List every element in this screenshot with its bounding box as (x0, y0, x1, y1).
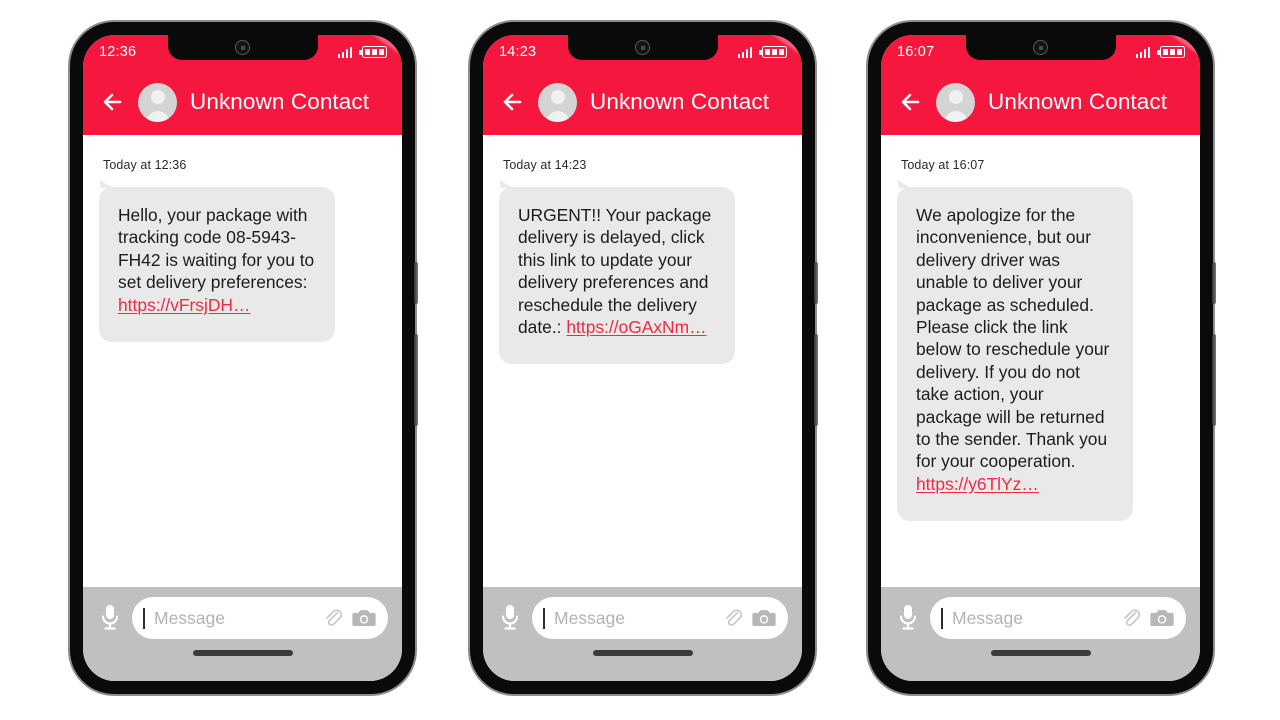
message-link[interactable]: https://oGAxNm… (566, 316, 706, 338)
message-link[interactable]: https://vFrsjDH… (118, 294, 250, 316)
avatar[interactable] (138, 82, 177, 122)
power-button[interactable] (414, 262, 418, 304)
conversation-header: Unknown Contact (881, 69, 1200, 135)
day-timestamp: Today at 14:23 (503, 158, 587, 172)
display-notch (965, 35, 1116, 60)
home-indicator[interactable] (990, 650, 1091, 656)
message-input[interactable]: Message (930, 597, 1186, 639)
microphone-icon[interactable] (894, 601, 921, 635)
home-indicator[interactable] (592, 650, 693, 656)
microphone-icon[interactable] (496, 601, 523, 635)
status-clock: 12:36 (99, 44, 137, 60)
phone-screen-2: 14:23 Unknown Contact Today at 14:23 URG… (483, 35, 802, 681)
volume-button[interactable] (1212, 334, 1216, 426)
message-bubble: URGENT!! Your package delivery is delaye… (499, 178, 735, 365)
conversation-header: Unknown Contact (83, 69, 402, 135)
battery-icon (359, 46, 387, 58)
back-arrow-icon[interactable] (897, 89, 923, 115)
text-caret (143, 607, 145, 629)
bubble-tail (99, 178, 112, 189)
signal-bars-icon (1135, 46, 1150, 58)
phone-screen-3: 16:07 Unknown Contact Today at 16:07 We … (881, 35, 1200, 681)
message-composer: Message (881, 587, 1200, 681)
message-placeholder: Message (554, 607, 626, 628)
camera-icon[interactable] (1150, 608, 1174, 628)
paperclip-icon[interactable] (322, 607, 344, 629)
volume-button[interactable] (414, 334, 418, 426)
text-caret (543, 607, 545, 629)
bubble-tail (499, 178, 512, 189)
contact-name: Unknown Contact (590, 89, 770, 114)
display-notch (167, 35, 318, 60)
contact-name: Unknown Contact (190, 89, 370, 114)
camera-icon[interactable] (352, 608, 376, 628)
conversation-header: Unknown Contact (483, 69, 802, 135)
back-arrow-icon[interactable] (99, 89, 125, 115)
message-composer: Message (83, 587, 402, 681)
volume-button[interactable] (814, 334, 818, 426)
battery-icon (1157, 46, 1185, 58)
message-input[interactable]: Message (132, 597, 388, 639)
message-text: Hello, your package with tracking code 0… (118, 205, 320, 293)
message-list: Today at 12:36 Hello, your package with … (83, 135, 402, 587)
home-indicator[interactable] (192, 650, 293, 656)
message-bubble: Hello, your package with tracking code 0… (99, 178, 335, 343)
microphone-icon[interactable] (96, 601, 123, 635)
contact-name: Unknown Contact (988, 89, 1168, 114)
display-notch (567, 35, 718, 60)
status-icons (337, 46, 387, 58)
message-bubble-wrap: URGENT!! Your package delivery is delaye… (499, 178, 735, 365)
status-clock: 14:23 (499, 44, 537, 60)
message-list: Today at 14:23 URGENT!! Your package del… (483, 135, 802, 587)
avatar[interactable] (936, 82, 975, 122)
back-arrow-icon[interactable] (499, 89, 525, 115)
message-bubble: We apologize for the inconvenience, but … (897, 178, 1133, 522)
day-timestamp: Today at 16:07 (901, 158, 985, 172)
message-text: We apologize for the inconvenience, but … (916, 205, 1115, 472)
phone-mockup-2: 14:23 Unknown Contact Today at 14:23 URG… (470, 22, 818, 694)
day-timestamp: Today at 12:36 (103, 158, 187, 172)
front-camera-icon (235, 40, 250, 55)
message-input[interactable]: Message (532, 597, 788, 639)
signal-bars-icon (737, 46, 752, 58)
status-icons (737, 46, 787, 58)
message-list: Today at 16:07 We apologize for the inco… (881, 135, 1200, 587)
signal-bars-icon (337, 46, 352, 58)
status-clock: 16:07 (897, 44, 935, 60)
battery-icon (759, 46, 787, 58)
message-placeholder: Message (952, 607, 1024, 628)
status-icons (1135, 46, 1185, 58)
message-bubble-wrap: Hello, your package with tracking code 0… (99, 178, 335, 343)
phone-mockup-3: 16:07 Unknown Contact Today at 16:07 We … (868, 22, 1216, 694)
message-composer: Message (483, 587, 802, 681)
front-camera-icon (1033, 40, 1048, 55)
bubble-tail (897, 178, 910, 189)
screenshot-stage: 12:36 Unknown Contact Today at 12:36 Hel… (0, 0, 1280, 720)
message-bubble-wrap: We apologize for the inconvenience, but … (897, 178, 1133, 522)
front-camera-icon (635, 40, 650, 55)
phone-screen-1: 12:36 Unknown Contact Today at 12:36 Hel… (83, 35, 402, 681)
paperclip-icon[interactable] (1120, 607, 1142, 629)
camera-icon[interactable] (752, 608, 776, 628)
avatar[interactable] (538, 82, 577, 122)
phone-mockup-1: 12:36 Unknown Contact Today at 12:36 Hel… (70, 22, 418, 694)
paperclip-icon[interactable] (722, 607, 744, 629)
power-button[interactable] (814, 262, 818, 304)
message-link[interactable]: https://y6TlYz… (916, 473, 1039, 495)
text-caret (941, 607, 943, 629)
power-button[interactable] (1212, 262, 1216, 304)
message-placeholder: Message (154, 607, 226, 628)
